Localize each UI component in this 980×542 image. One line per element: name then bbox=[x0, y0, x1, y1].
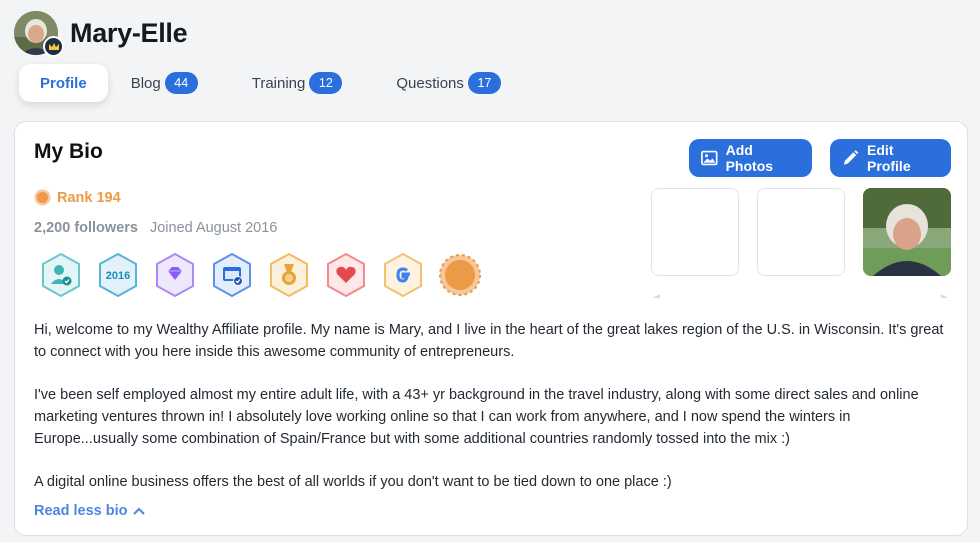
heart-badge-icon[interactable] bbox=[325, 252, 367, 298]
add-photos-label: Add Photos bbox=[725, 142, 774, 174]
empty-photo-slot[interactable] bbox=[651, 188, 739, 276]
edit-profile-button[interactable]: Edit Profile bbox=[830, 139, 951, 177]
medal-badge-icon[interactable] bbox=[268, 252, 310, 298]
achievement-badges: 2016 bbox=[40, 252, 496, 298]
tab-label: Profile bbox=[40, 74, 87, 92]
count-badge: 17 bbox=[467, 72, 501, 94]
joined-date: Joined August 2016 bbox=[149, 220, 278, 236]
profile-header: Mary-Elle bbox=[14, 11, 188, 57]
diamond-badge-icon[interactable] bbox=[154, 252, 196, 298]
website-verified-badge-icon[interactable] bbox=[211, 252, 253, 298]
tab-profile[interactable]: Profile bbox=[19, 64, 108, 102]
profile-meta: 2,200 followers Joined August 2016 bbox=[34, 220, 277, 236]
tab-label: Blog bbox=[130, 74, 161, 92]
followers-count[interactable]: 2,200 followers bbox=[34, 220, 138, 236]
pencil-icon bbox=[843, 150, 859, 165]
tab-training[interactable]: Training 12 bbox=[231, 64, 364, 102]
image-icon bbox=[701, 150, 718, 166]
crown-icon bbox=[43, 36, 64, 57]
bio-text: Hi, welcome to my Wealthy Affiliate prof… bbox=[34, 319, 954, 514]
year-2016-badge-icon[interactable]: 2016 bbox=[97, 252, 139, 298]
read-less-bio-link[interactable]: Read less bio bbox=[34, 503, 146, 519]
username: Mary-Elle bbox=[70, 17, 188, 48]
rank-sun-badge-icon[interactable] bbox=[439, 252, 481, 298]
rank-indicator: Rank 194 bbox=[34, 189, 121, 206]
chevron-up-icon bbox=[133, 507, 146, 515]
rank-label: Rank 194 bbox=[57, 189, 121, 206]
carousel-next-indicator[interactable]: ▶ bbox=[941, 292, 948, 298]
carousel-prev-indicator[interactable]: ◀ bbox=[653, 292, 660, 298]
tab-label: Training bbox=[251, 74, 306, 92]
tab-questions[interactable]: Questions 17 bbox=[375, 64, 522, 102]
rank-sun-icon bbox=[34, 189, 51, 206]
bio-title: My Bio bbox=[34, 140, 103, 163]
profile-tabs: Profile Blog 44 Training 12 Questions 17 bbox=[19, 64, 534, 102]
count-badge: 12 bbox=[309, 72, 343, 94]
empty-photo-slot[interactable] bbox=[757, 188, 845, 276]
tab-blog[interactable]: Blog 44 bbox=[110, 64, 219, 102]
tab-label: Questions bbox=[396, 74, 464, 92]
google-badge-icon[interactable] bbox=[382, 252, 424, 298]
read-less-label: Read less bio bbox=[34, 503, 128, 519]
bio-paragraph: Hi, welcome to my Wealthy Affiliate prof… bbox=[34, 322, 944, 360]
profile-photo-thumbnail[interactable] bbox=[863, 188, 951, 276]
edit-profile-label: Edit Profile bbox=[867, 142, 911, 174]
year-badge-text: 2016 bbox=[106, 270, 130, 282]
bio-card: My Bio Add Photos Edit Profile Rank 194 … bbox=[14, 121, 968, 536]
bio-paragraph: A digital online business offers the bes… bbox=[34, 474, 672, 490]
bio-paragraph: I've been self employed almost my entire… bbox=[34, 387, 919, 447]
add-photos-button[interactable]: Add Photos bbox=[689, 139, 812, 177]
certified-user-badge-icon[interactable] bbox=[40, 252, 82, 298]
photo-carousel: ◀ ▶ bbox=[651, 188, 951, 298]
count-badge: 44 bbox=[164, 72, 198, 94]
avatar[interactable] bbox=[14, 11, 64, 57]
